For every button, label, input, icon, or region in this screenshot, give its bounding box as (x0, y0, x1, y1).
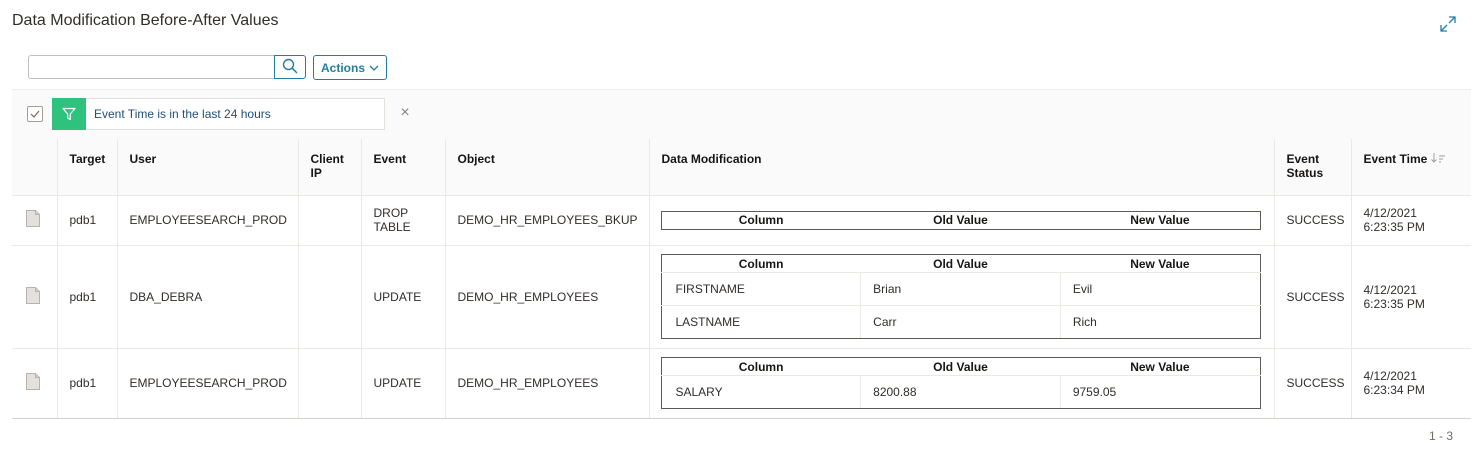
column-header-event[interactable]: Event (360, 139, 445, 195)
column-header-icon (12, 139, 57, 195)
event-time-cell: 4/12/2021 6:23:35 PM (1350, 194, 1471, 245)
row-icon-cell[interactable] (12, 347, 57, 419)
modification-row: FIRSTNAME Brian Evil (661, 272, 1260, 306)
modification-row: SALARY 8200.88 9759.05 (661, 375, 1260, 409)
pagination-range: 1 - 3 (1429, 429, 1454, 443)
column-header-event-time[interactable]: Event Time (1350, 139, 1471, 195)
event-cell: DROP TABLE (360, 194, 445, 245)
column-header-target[interactable]: Target (56, 139, 117, 195)
mod-header-column: Column (661, 357, 861, 376)
modification-table: Column Old Value New Value FIRSTNAME Brian E… (660, 254, 1261, 339)
object-cell: DEMO_HR_EMPLOYEES_BKUP (444, 194, 649, 245)
client-ip-cell (297, 347, 361, 419)
row-icon-cell[interactable] (12, 244, 57, 348)
mod-header-column: Column (661, 211, 861, 229)
document-icon[interactable] (26, 210, 40, 230)
mod-column-cell: FIRSTNAME (661, 272, 861, 306)
data-modification-cell: Column Old Value New Value (648, 194, 1274, 245)
event-time-cell: 4/12/2021 6:23:34 PM (1350, 347, 1471, 419)
target-cell: pdb1 (56, 194, 117, 245)
sort-descending-icon[interactable] (1431, 152, 1446, 166)
column-header-client-ip[interactable]: Client IP (297, 139, 361, 195)
audit-table: Target User Client IP Event Object Data … (12, 139, 1471, 419)
modification-row: LASTNAME Carr Rich (661, 305, 1260, 339)
target-cell: pdb1 (56, 347, 117, 419)
mod-header-new-value: New Value (1060, 254, 1260, 273)
object-cell: DEMO_HR_EMPLOYEES (444, 347, 649, 419)
mod-new-value-cell: 9759.05 (1059, 375, 1260, 409)
event-status-cell: SUCCESS (1273, 244, 1351, 348)
row-icon-cell[interactable] (12, 194, 57, 245)
table-row[interactable]: pdb1 EMPLOYEESEARCH_PROD DROP TABLE DEMO… (12, 194, 1471, 245)
column-header-data-modification[interactable]: Data Modification (648, 139, 1274, 195)
mod-old-value-cell: 8200.88 (860, 375, 1061, 409)
search-input[interactable] (28, 55, 275, 79)
document-icon[interactable] (26, 286, 40, 307)
event-status-cell: SUCCESS (1273, 347, 1351, 419)
mod-header-new-value: New Value (1060, 211, 1260, 229)
event-time-header-label: Event Time (1363, 152, 1428, 166)
mod-new-value-cell: Rich (1059, 305, 1260, 339)
funnel-icon (52, 97, 86, 130)
target-cell: pdb1 (56, 244, 117, 348)
page-title: Data Modification Before-After Values (12, 12, 279, 29)
header-row: Target User Client IP Event Object Data … (12, 139, 1471, 195)
event-time-cell: 4/12/2021 6:23:35 PM (1350, 244, 1471, 348)
actions-label: Actions (320, 60, 365, 75)
mod-header-new-value: New Value (1060, 357, 1260, 376)
document-icon[interactable] (26, 373, 40, 393)
mod-header-old-value: Old Value (860, 357, 1061, 376)
event-cell: UPDATE (360, 347, 445, 419)
close-icon[interactable]: × (398, 105, 412, 121)
table-row[interactable]: pdb1 DBA_DEBRA UPDATE DEMO_HR_EMPLOYEES … (12, 244, 1471, 348)
expand-icon[interactable] (1438, 14, 1458, 34)
mod-header-column: Column (661, 254, 861, 273)
event-status-cell: SUCCESS (1273, 194, 1351, 245)
client-ip-cell (297, 194, 361, 245)
actions-button[interactable]: Actions (313, 55, 387, 80)
data-modification-cell: Column Old Value New Value FIRSTNAME Brian E… (648, 244, 1274, 348)
modification-table: Column Old Value New Value (660, 210, 1261, 230)
table-row[interactable]: pdb1 EMPLOYEESEARCH_PROD UPDATE DEMO_HR_… (12, 347, 1471, 419)
user-cell: EMPLOYEESEARCH_PROD (116, 194, 298, 245)
mod-old-value-cell: Carr (860, 305, 1061, 339)
mod-header-old-value: Old Value (860, 254, 1061, 273)
modification-table: Column Old Value New Value SALARY 8200.88 97… (660, 357, 1261, 409)
mod-column-cell: SALARY (661, 375, 861, 409)
filter-chip[interactable]: Event Time is in the last 24 hours (52, 97, 385, 130)
event-cell: UPDATE (360, 244, 445, 348)
data-modification-cell: Column Old Value New Value SALARY 8200.88 97… (648, 347, 1274, 419)
mod-header-old-value: Old Value (860, 211, 1061, 229)
chevron-down-icon (369, 61, 379, 75)
search-icon (282, 58, 298, 77)
client-ip-cell (297, 244, 361, 348)
filter-checkbox[interactable] (27, 106, 43, 122)
column-header-object[interactable]: Object (444, 139, 649, 195)
filter-label: Event Time is in the last 24 hours (94, 107, 271, 121)
search-button[interactable] (274, 55, 306, 79)
user-cell: EMPLOYEESEARCH_PROD (116, 347, 298, 419)
mod-column-cell: LASTNAME (661, 305, 861, 339)
object-cell: DEMO_HR_EMPLOYEES (444, 244, 649, 348)
column-header-event-status[interactable]: Event Status (1273, 139, 1351, 195)
column-header-user[interactable]: User (116, 139, 298, 195)
user-cell: DBA_DEBRA (116, 244, 298, 348)
mod-old-value-cell: Brian (860, 272, 1061, 306)
mod-new-value-cell: Evil (1059, 272, 1260, 306)
